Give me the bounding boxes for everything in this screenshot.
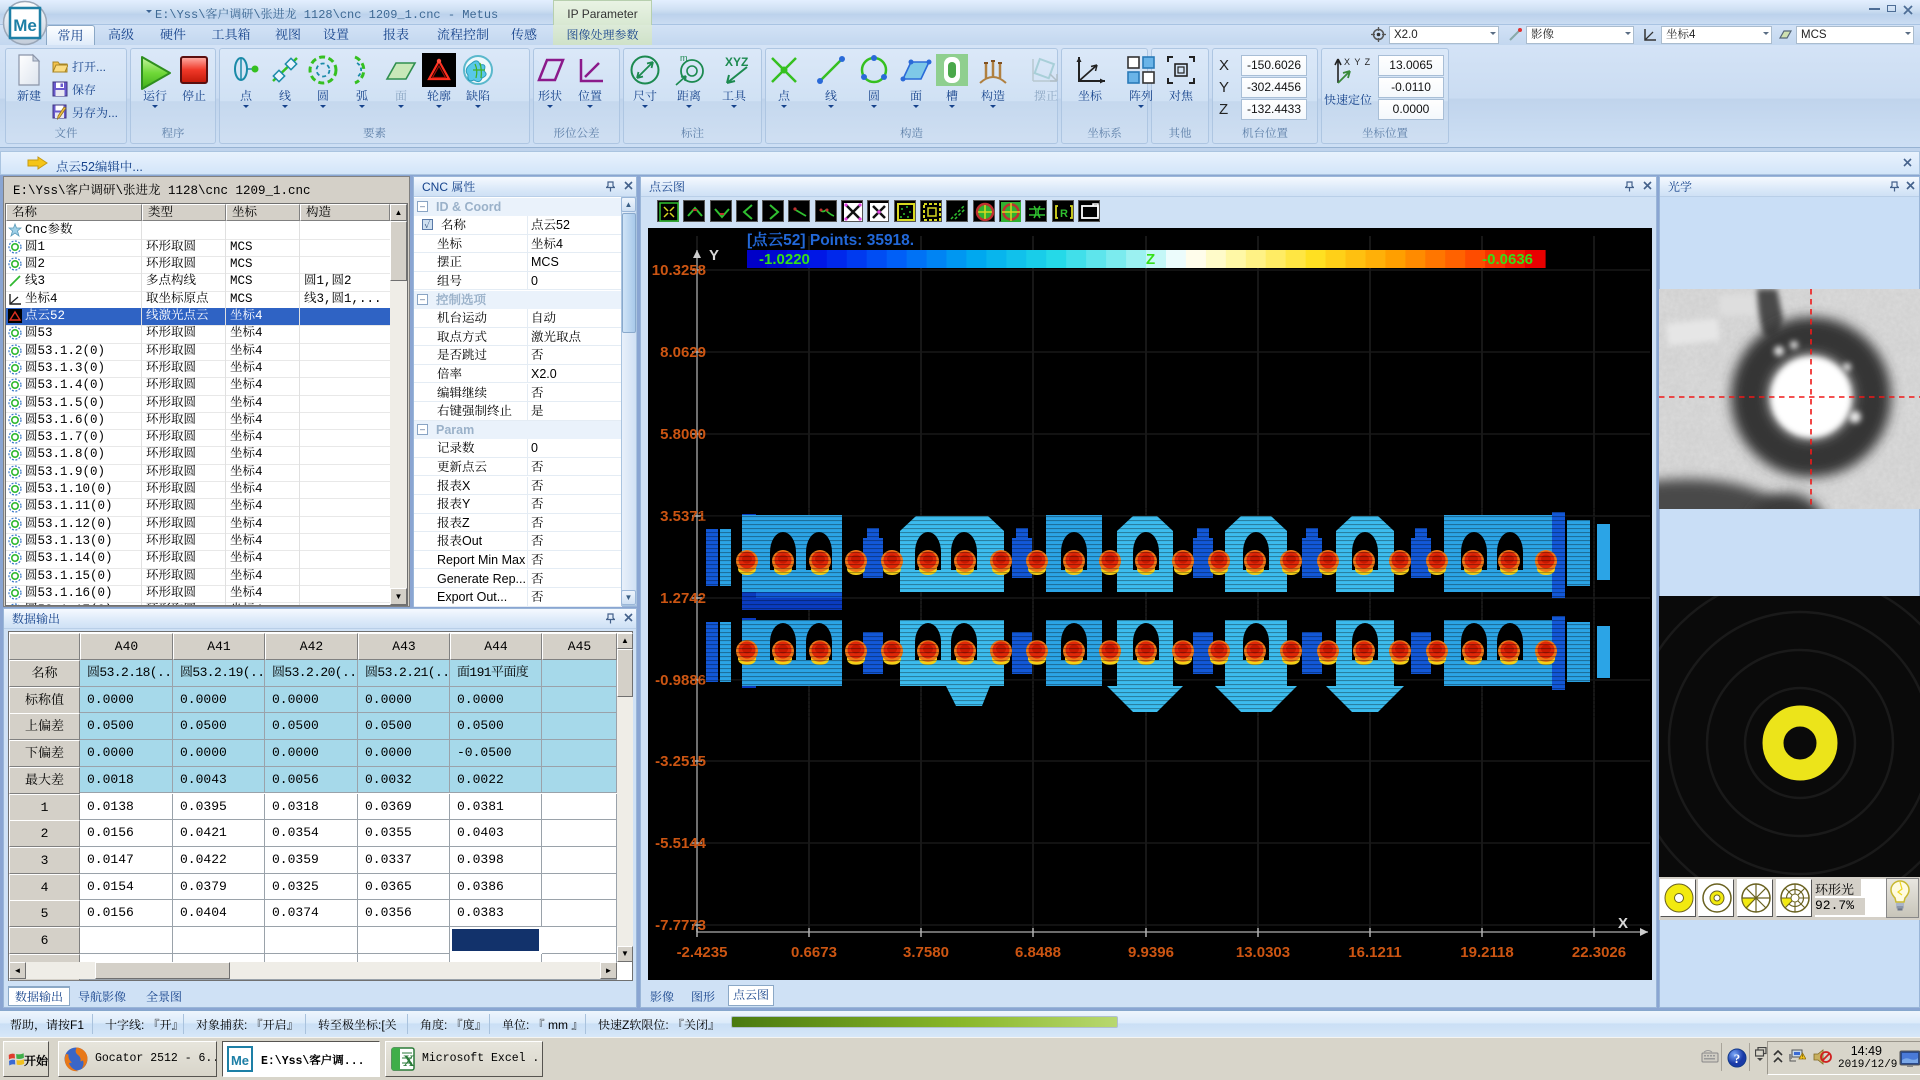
- svg-text:3.5371: 3.5371: [660, 508, 706, 525]
- svg-text:10.3258: 10.3258: [652, 262, 706, 279]
- svg-text:-3.2515: -3.2515: [655, 753, 706, 770]
- svg-text:0.6673: 0.6673: [791, 944, 837, 961]
- svg-text:-5.5144: -5.5144: [655, 835, 707, 852]
- svg-text:[点云52] Points: 35918.: [点云52] Points: 35918.: [747, 231, 914, 249]
- svg-text:X: X: [1618, 915, 1628, 932]
- svg-text:9.9396: 9.9396: [1128, 944, 1174, 961]
- svg-text:13.0303: 13.0303: [1236, 944, 1290, 961]
- svg-text:Y: Y: [709, 247, 719, 264]
- svg-text:-7.7773: -7.7773: [655, 917, 706, 934]
- svg-text:?: ?: [1734, 1051, 1741, 1066]
- svg-text:R: R: [1060, 208, 1068, 220]
- svg-text:1.2742: 1.2742: [660, 590, 706, 607]
- svg-text:-0.0636: -0.0636: [1482, 251, 1533, 268]
- svg-text:XYZ: XYZ: [725, 55, 748, 69]
- svg-text:Me: Me: [231, 1053, 249, 1068]
- svg-text:X: X: [403, 1053, 415, 1070]
- svg-text:Z: Z: [1146, 251, 1155, 268]
- svg-text:-2.4235: -2.4235: [677, 944, 728, 961]
- svg-text:19.2118: 19.2118: [1460, 944, 1513, 961]
- svg-text:-1.0220: -1.0220: [759, 251, 810, 268]
- svg-text:8.0629: 8.0629: [660, 344, 706, 361]
- svg-text:-0.9886: -0.9886: [655, 672, 706, 689]
- svg-text:Me: Me: [13, 16, 37, 35]
- svg-text:3.7580: 3.7580: [903, 944, 949, 961]
- svg-text:16.1211: 16.1211: [1348, 944, 1401, 961]
- svg-text:22.3026: 22.3026: [1572, 944, 1626, 961]
- svg-text:5.8000: 5.8000: [660, 426, 706, 443]
- svg-text:!: !: [1802, 1055, 1803, 1061]
- svg-text:6.8488: 6.8488: [1015, 944, 1061, 961]
- svg-text:X Y Z: X Y Z: [1344, 57, 1370, 67]
